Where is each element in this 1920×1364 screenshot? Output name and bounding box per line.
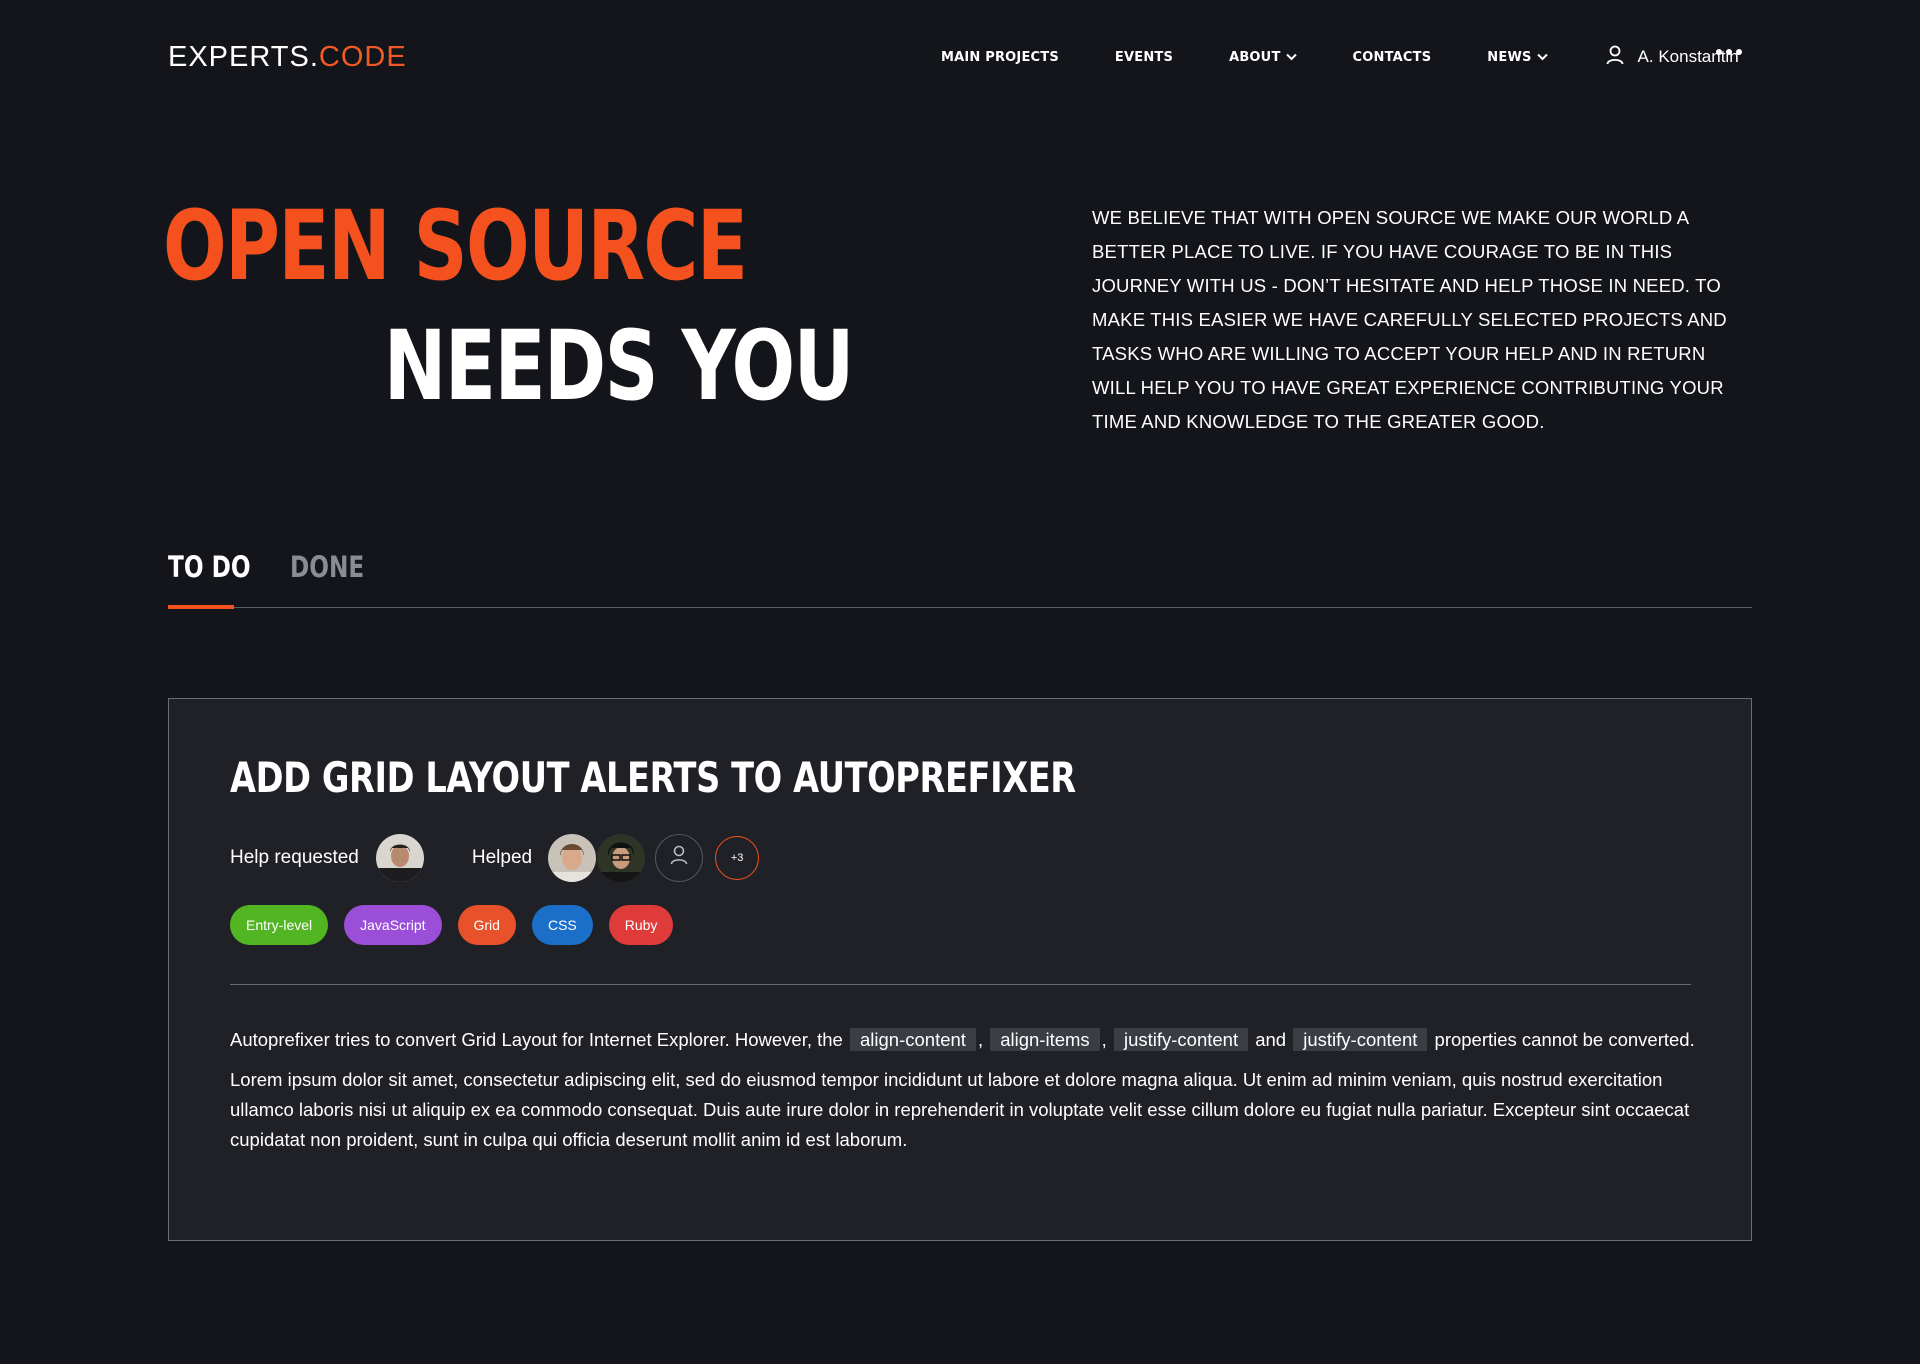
nav-item-main-projects[interactable]: MAIN PROJECTS (941, 50, 1059, 65)
avatar[interactable] (548, 834, 597, 882)
active-tab-indicator (168, 605, 234, 609)
site-header: EXPERTS.CODE MAIN PROJECTS EVENTS ABOUT … (168, 0, 1752, 114)
tag-grid[interactable]: Grid (457, 905, 516, 945)
nav-item-about[interactable]: ABOUT (1229, 49, 1297, 65)
tag-ruby[interactable]: Ruby (608, 905, 674, 945)
more-horizontal-icon[interactable] (1716, 49, 1742, 55)
page: EXPERTS.CODE MAIN PROJECTS EVENTS ABOUT … (0, 0, 1920, 1364)
description-intro: Autoprefixer tries to convert Grid Layou… (230, 1029, 843, 1050)
nav-item-label: EVENTS (1114, 49, 1174, 65)
brand-logo[interactable]: EXPERTS.CODE (168, 41, 407, 74)
main-nav: MAIN PROJECTS EVENTS ABOUT CONTACTS NEWS (941, 0, 1739, 114)
avatar[interactable] (375, 834, 424, 882)
task-meta: Help requested Helped +3 (230, 833, 760, 883)
task-title[interactable]: ADD GRID LAYOUT ALERTS TO AUTOPREFIXER (230, 753, 1076, 802)
divider (230, 984, 1691, 985)
tabs: TO DO DONE (168, 548, 1752, 609)
hero-title-line1: OPEN SOURCE (163, 190, 748, 302)
description-paragraph: Autoprefixer tries to convert Grid Layou… (230, 1025, 1700, 1055)
chevron-down-icon (1285, 50, 1297, 65)
separator: , (1101, 1029, 1107, 1050)
nav-item-events[interactable]: EVENTS (1115, 50, 1173, 65)
user-icon (1606, 45, 1624, 70)
helped-label: Helped (471, 847, 533, 868)
nav-item-news[interactable]: NEWS (1487, 49, 1548, 65)
nav-item-label: NEWS (1487, 49, 1532, 65)
chevron-down-icon (1536, 50, 1548, 65)
code-align-content: align-content (850, 1028, 976, 1051)
code-justify-content: justify-content (1113, 1028, 1249, 1051)
brand-logo-part2: CODE (318, 40, 407, 73)
code-justify-content: justify-content (1293, 1028, 1428, 1051)
more-helpers-badge[interactable]: +3 (715, 836, 760, 880)
tab-to-do[interactable]: TO DO (168, 550, 251, 584)
nav-item-label: CONTACTS (1352, 49, 1432, 65)
hero-description: We believe that with open source we make… (1092, 207, 1727, 432)
lorem-paragraph: Lorem ipsum dolor sit amet, consectetur … (230, 1069, 1690, 1150)
avatar[interactable] (597, 834, 646, 882)
task-description: Autoprefixer tries to convert Grid Layou… (230, 1025, 1700, 1165)
user-icon (670, 845, 688, 871)
task-card[interactable]: ADD GRID LAYOUT ALERTS TO AUTOPREFIXER H… (168, 698, 1752, 1241)
brand-logo-part1: EXPERTS. (168, 40, 319, 73)
nav-item-label: ABOUT (1229, 49, 1281, 65)
description-outro: properties cannot be converted. (1434, 1029, 1695, 1050)
avatar-placeholder[interactable] (655, 834, 704, 882)
tag-entry-level[interactable]: Entry-level (230, 905, 329, 945)
tag-list: Entry-level JavaScript Grid CSS Ruby (230, 905, 674, 945)
help-requested-label: Help requested (230, 847, 359, 868)
conjunction: and (1255, 1029, 1287, 1050)
tag-css[interactable]: CSS (531, 905, 593, 945)
hero-title-line2: NEEDS YOU (383, 310, 855, 422)
separator: , (977, 1029, 984, 1050)
nav-item-label: MAIN PROJECTS (941, 49, 1059, 65)
code-align-items: align-items (990, 1028, 1100, 1051)
tag-javascript[interactable]: JavaScript (344, 905, 442, 945)
tab-done[interactable]: DONE (290, 550, 364, 584)
hero-title: OPEN SOURCE NEEDS YOU (163, 186, 855, 426)
nav-item-contacts[interactable]: CONTACTS (1353, 50, 1432, 65)
